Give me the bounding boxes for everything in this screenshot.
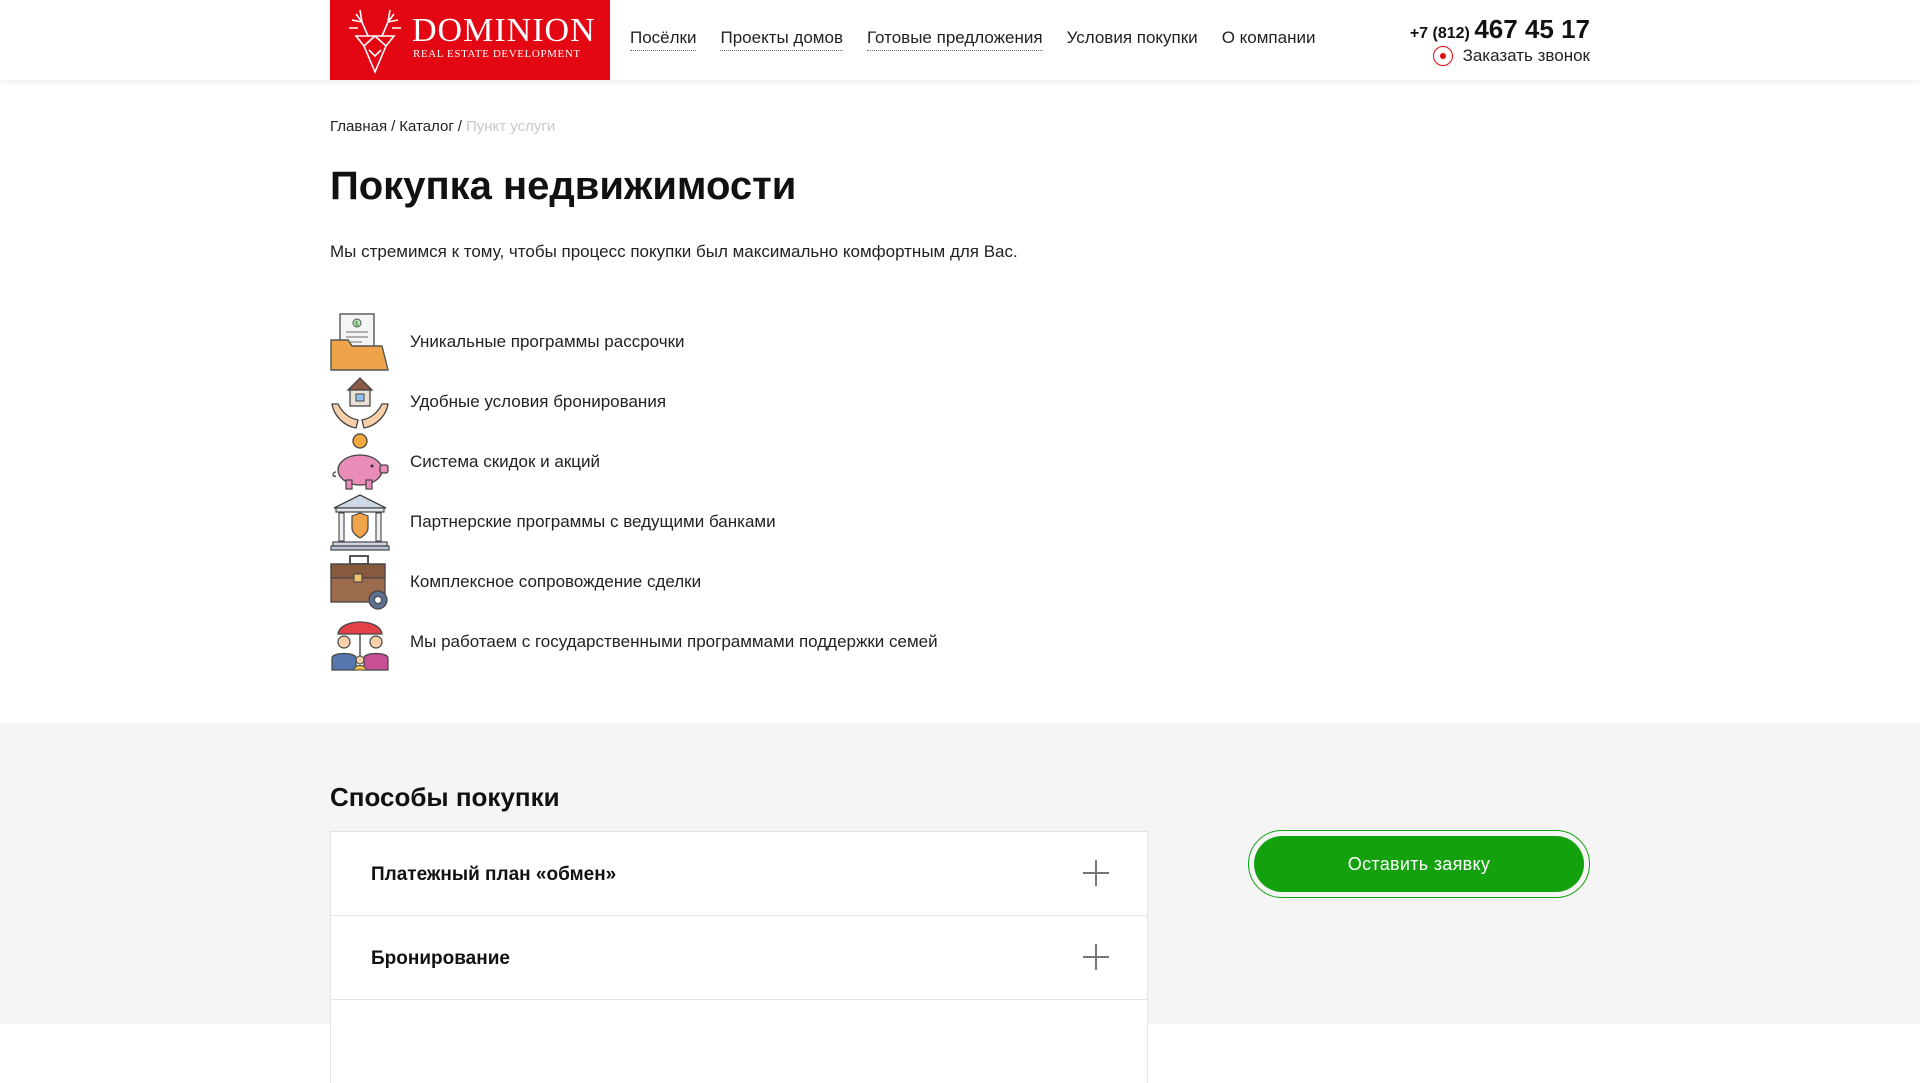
main-nav: Посёлки Проекты домов Готовые предложени…: [630, 28, 1339, 51]
nav-item-villages[interactable]: Посёлки: [630, 28, 697, 51]
callback-label: Заказать звонок: [1462, 46, 1590, 65]
breadcrumb-current: Пункт услуги: [465, 118, 556, 135]
breadcrumb-separator: /: [391, 118, 396, 135]
request-button[interactable]: Оставить заявку: [1254, 836, 1584, 892]
list-item: Мы работаем с государственными программа…: [330, 612, 938, 672]
accordion-item-partial[interactable]: [330, 999, 1148, 1083]
accordion-item-booking[interactable]: Бронирование: [330, 915, 1148, 999]
features-list: $ Уникальные программы рассрочки Удобные…: [330, 312, 938, 672]
phone-prefix: +7 (812): [1409, 25, 1470, 42]
phone-number: 467 45 17: [1474, 14, 1590, 44]
site-header: DOMINION REAL ESTATE DEVELOPMENT Посёлки…: [0, 0, 1920, 80]
logo-tagline: REAL ESTATE DEVELOPMENT: [413, 48, 581, 60]
accordion-label: Бронирование: [371, 948, 510, 969]
family-umbrella-icon: [331, 621, 389, 671]
deer-logo-icon: [349, 9, 401, 74]
piggy-bank-icon: [332, 433, 389, 490]
logo-brand: DOMINION: [412, 12, 596, 49]
accordion-label: Платежный план «обмен»: [371, 864, 617, 885]
list-item: Партнерские программы с ведущими банками: [330, 492, 938, 552]
list-item: Удобные условия бронирования: [330, 372, 938, 432]
page-lead: Мы стремимся к тому, чтобы процесс покуп…: [330, 242, 1018, 261]
feature-text: Система скидок и акций: [410, 452, 600, 471]
callback-link[interactable]: Заказать звонок: [1432, 46, 1590, 66]
feature-text: Удобные условия бронирования: [410, 392, 667, 411]
list-item: Комплексное сопровождение сделки: [330, 552, 938, 612]
nav-item-about[interactable]: О компании: [1222, 28, 1316, 51]
breadcrumb-home[interactable]: Главная: [330, 118, 387, 135]
nav-item-house-projects[interactable]: Проекты домов: [720, 28, 843, 51]
nav-item-purchase-terms[interactable]: Условия покупки: [1067, 28, 1198, 51]
bank-icon: [330, 494, 390, 551]
list-item: $ Уникальные программы рассрочки: [330, 312, 938, 372]
breadcrumb-catalog[interactable]: Каталог: [399, 118, 454, 135]
purchase-accordion: Платежный план «обмен» Бронирование: [330, 831, 1148, 1083]
feature-text: Уникальные программы рассрочки: [410, 332, 685, 351]
purchase-heading: Способы покупки: [330, 782, 560, 812]
plus-icon[interactable]: [1083, 944, 1109, 970]
house-hands-icon: [331, 377, 389, 429]
record-dot-icon: [1432, 46, 1453, 66]
page-title: Покупка недвижимости: [330, 164, 797, 208]
logo[interactable]: DOMINION REAL ESTATE DEVELOPMENT: [330, 0, 610, 80]
breadcrumb-separator: /: [457, 118, 462, 135]
accordion-item-exchange[interactable]: Платежный план «обмен»: [330, 831, 1148, 915]
request-button-outline: Оставить заявку: [1248, 830, 1590, 898]
phone[interactable]: +7 (812) 467 45 17: [1410, 14, 1590, 45]
feature-text: Партнерские программы с ведущими банками: [410, 512, 776, 531]
breadcrumb: Главная / Каталог / Пункт услуги: [330, 118, 555, 135]
feature-text: Мы работаем с государственными программа…: [410, 632, 938, 651]
plus-icon[interactable]: [1083, 860, 1109, 886]
folder-document-icon: $: [330, 313, 389, 371]
feature-text: Комплексное сопровождение сделки: [410, 572, 702, 591]
list-item: Система скидок и акций: [330, 432, 938, 492]
svg-text:$: $: [355, 320, 359, 328]
nav-item-ready-offers[interactable]: Готовые предложения: [866, 28, 1043, 51]
briefcase-gear-icon: [330, 555, 388, 610]
